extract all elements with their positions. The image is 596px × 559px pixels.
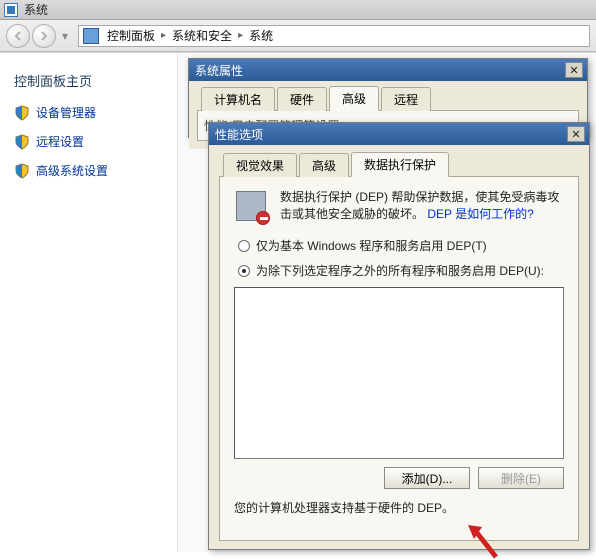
address-bar: ▾ 控制面板 ▸ 系统和安全 ▸ 系统 — [0, 20, 596, 52]
remove-button[interactable]: 删除(E) — [478, 467, 564, 489]
nav-history-dropdown[interactable]: ▾ — [58, 25, 72, 47]
dep-panel: 数据执行保护 (DEP) 帮助保护数据，使其免受病毒攻击或其他安全威胁的破坏。 … — [219, 177, 579, 541]
close-icon: ✕ — [571, 128, 580, 141]
sidebar-item-label: 远程设置 — [36, 133, 84, 150]
nav-back-button[interactable] — [6, 24, 30, 48]
radio-label: 为除下列选定程序之外的所有程序和服务启用 DEP(U): — [256, 262, 544, 279]
sidebar-item-label: 设备管理器 — [36, 104, 96, 121]
button-row: 添加(D)... 删除(E) — [234, 467, 564, 489]
tab-computer-name[interactable]: 计算机名 — [201, 87, 275, 111]
close-icon: ✕ — [569, 64, 578, 77]
breadcrumb-leaf[interactable]: 系统 — [247, 27, 275, 44]
tab-strip: 计算机名 硬件 高级 远程 — [197, 89, 579, 111]
arrow-left-icon — [13, 31, 23, 41]
breadcrumb-root[interactable]: 控制面板 — [105, 27, 157, 44]
sidebar-item-remote-settings[interactable]: 远程设置 — [14, 133, 163, 150]
dep-footer-text: 您的计算机处理器支持基于硬件的 DEP。 — [234, 499, 564, 516]
tab-dep[interactable]: 数据执行保护 — [351, 152, 449, 177]
sidebar: 控制面板主页 设备管理器 远程设置 高级系统设置 — [0, 53, 178, 552]
nav-forward-button[interactable] — [32, 24, 56, 48]
shield-icon — [14, 134, 30, 150]
dep-description: 数据执行保护 (DEP) 帮助保护数据，使其免受病毒攻击或其他安全威胁的破坏。 … — [280, 189, 564, 225]
breadcrumb[interactable]: 控制面板 ▸ 系统和安全 ▸ 系统 — [78, 25, 590, 47]
main-window-titlebar: 系统 — [0, 0, 596, 20]
tab-strip: 视觉效果 高级 数据执行保护 — [219, 155, 579, 177]
dialog-title: 系统属性 — [193, 62, 565, 79]
shield-icon — [14, 105, 30, 121]
system-icon — [4, 3, 18, 17]
tab-hardware[interactable]: 硬件 — [277, 87, 327, 111]
tab-visual-effects[interactable]: 视觉效果 — [223, 153, 297, 177]
dialog-titlebar[interactable]: 性能选项 ✕ — [209, 123, 589, 145]
tab-advanced[interactable]: 高级 — [329, 86, 379, 111]
performance-options-dialog: 性能选项 ✕ 视觉效果 高级 数据执行保护 数据执行保护 (DEP) 帮助保护数… — [208, 122, 590, 550]
radio-icon — [238, 240, 250, 252]
dialog-body: 视觉效果 高级 数据执行保护 数据执行保护 (DEP) 帮助保护数据，使其免受病… — [209, 145, 589, 549]
sidebar-title: 控制面板主页 — [14, 71, 163, 90]
sidebar-item-label: 高级系统设置 — [36, 162, 108, 179]
tab-advanced[interactable]: 高级 — [299, 153, 349, 177]
add-button[interactable]: 添加(D)... — [384, 467, 470, 489]
dep-description-row: 数据执行保护 (DEP) 帮助保护数据，使其免受病毒攻击或其他安全威胁的破坏。 … — [234, 189, 564, 225]
chevron-right-icon: ▸ — [236, 30, 245, 41]
dep-exception-listbox[interactable] — [234, 287, 564, 459]
sidebar-item-device-manager[interactable]: 设备管理器 — [14, 104, 163, 121]
dialog-titlebar[interactable]: 系统属性 ✕ — [189, 59, 587, 81]
control-panel-icon — [83, 28, 99, 44]
window-title: 系统 — [24, 1, 48, 18]
radio-all-except[interactable]: 为除下列选定程序之外的所有程序和服务启用 DEP(U): — [238, 262, 564, 279]
tab-remote[interactable]: 远程 — [381, 87, 431, 111]
chip-blocked-icon — [234, 189, 270, 225]
dialog-title: 性能选项 — [213, 126, 567, 143]
breadcrumb-mid[interactable]: 系统和安全 — [170, 27, 234, 44]
chevron-right-icon: ▸ — [159, 30, 168, 41]
radio-label: 仅为基本 Windows 程序和服务启用 DEP(T) — [256, 237, 487, 254]
arrow-annotation-icon — [464, 523, 504, 559]
arrow-right-icon — [39, 31, 49, 41]
sidebar-item-advanced-system[interactable]: 高级系统设置 — [14, 162, 163, 179]
radio-icon — [238, 265, 250, 277]
close-button[interactable]: ✕ — [565, 62, 583, 78]
shield-icon — [14, 163, 30, 179]
radio-essential-only[interactable]: 仅为基本 Windows 程序和服务启用 DEP(T) — [238, 237, 564, 254]
dep-help-link[interactable]: DEP 是如何工作的? — [427, 207, 533, 221]
close-button[interactable]: ✕ — [567, 126, 585, 142]
